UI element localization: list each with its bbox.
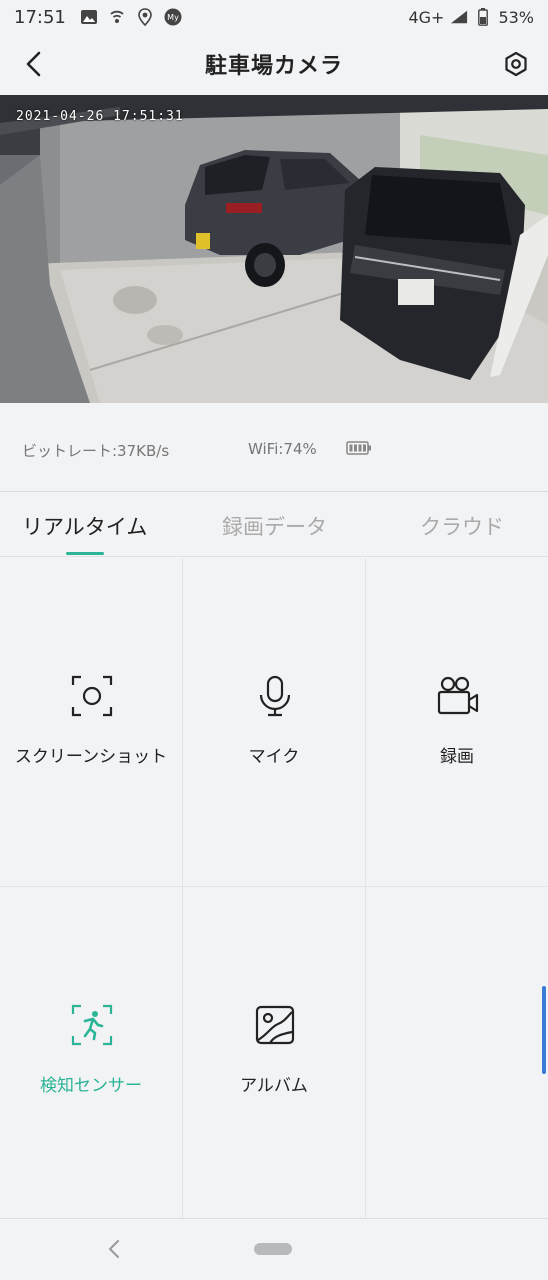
battery-icon [474, 8, 492, 26]
signal-icon [450, 8, 468, 26]
tab-recorded-data[interactable]: 録画データ [222, 511, 327, 541]
svg-text:My: My [167, 13, 179, 22]
microphone-button[interactable]: マイク [183, 558, 365, 886]
chevron-left-icon [26, 51, 41, 77]
screenshot-button[interactable]: スクリーンショット [0, 558, 182, 886]
motion-sensor-label: 検知センサー [40, 1076, 142, 1096]
microphone-icon [253, 674, 297, 718]
live-video-feed[interactable]: 2021-04-26 17:51:31 [0, 95, 548, 403]
settings-button[interactable] [500, 48, 532, 80]
page-title: 駐車場カメラ [204, 54, 343, 79]
motion-detect-icon [70, 1003, 114, 1047]
screenshot-label: スクリーンショット [14, 747, 168, 767]
record-label: 録画 [440, 747, 474, 767]
wifi-strength-text: WiFi:74% [248, 440, 317, 458]
video-camera-icon [436, 674, 480, 718]
status-time: 17:51 [14, 6, 66, 28]
stream-info-bar: ビットレート:37KB/s WiFi:74% [0, 404, 548, 492]
battery-percent: 53% [498, 7, 534, 27]
record-button[interactable]: 録画 [366, 558, 548, 886]
view-tabs: リアルタイム 録画データ クラウド [0, 493, 548, 557]
microphone-label: マイク [248, 747, 300, 767]
back-button[interactable] [18, 48, 50, 80]
network-type: 4G+ [408, 7, 445, 27]
photo-icon [80, 8, 98, 26]
system-nav-bar [0, 1218, 548, 1280]
location-icon [136, 8, 154, 26]
tab-cloud[interactable]: クラウド [420, 511, 504, 541]
nav-back-button[interactable] [104, 1237, 124, 1261]
hexagon-settings-icon [505, 51, 527, 77]
bitrate-text: ビットレート:37KB/s [22, 442, 170, 460]
screenshot-icon [70, 674, 114, 718]
camera-battery-icon [346, 441, 372, 459]
status-bar: 17:51 My 4G+ 53% [0, 0, 548, 34]
camera-scene [0, 95, 548, 403]
action-grid: スクリーンショット マイク 録画 検知センサー アルバム [0, 558, 548, 1218]
album-label: アルバム [240, 1076, 308, 1096]
scroll-indicator[interactable] [542, 986, 546, 1074]
tab-realtime[interactable]: リアルタイム [22, 511, 147, 541]
app-header: 駐車場カメラ [0, 34, 548, 94]
album-icon [253, 1003, 297, 1047]
album-button[interactable]: アルバム [183, 887, 365, 1215]
motion-sensor-button[interactable]: 検知センサー [0, 887, 182, 1215]
video-timestamp: 2021-04-26 17:51:31 [16, 109, 184, 124]
nav-home-pill[interactable] [254, 1243, 292, 1255]
nav-back-icon [108, 1240, 119, 1258]
wifi-calling-icon [108, 8, 126, 26]
active-tab-indicator [66, 552, 104, 555]
my-app-icon: My [164, 8, 182, 26]
